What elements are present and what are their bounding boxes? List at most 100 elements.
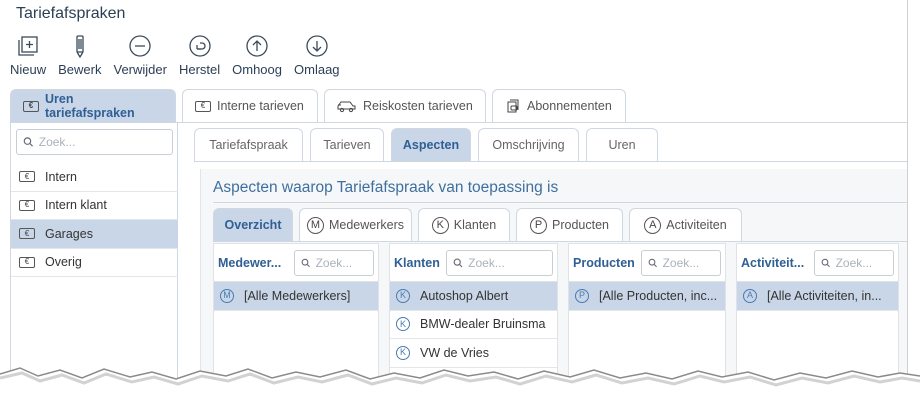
restore-button[interactable]: Herstel [179,34,220,77]
column-search[interactable] [814,250,894,276]
search-icon [23,137,33,147]
euro-card-icon: € [19,228,35,240]
column-header: Klanten [390,244,557,282]
tab-label: Medewerkers [328,218,405,232]
tab-medewerkers[interactable]: M Medewerkers [299,208,412,241]
search-icon [821,258,830,268]
new-button[interactable]: Nieuw [10,34,46,77]
euro-card-icon: € [23,100,39,112]
list-item[interactable]: M [Alle Medewerkers] [214,282,378,311]
tab-label: Activiteiten [666,218,727,232]
letter-k-circle-icon: K [396,317,410,332]
edit-label: Bewerk [58,62,102,77]
sidebar-list: € Intern € Intern klant € Garages € Over… [11,163,178,277]
column-search[interactable] [294,250,374,276]
tab-uren[interactable]: Uren [586,128,658,161]
delete-button[interactable]: Verwijder [113,34,167,77]
undo-circle-icon [188,35,211,57]
tab-label: Uren [608,138,636,152]
euro-card-icon: € [195,100,211,112]
window-title: Tariefafspraken [16,5,126,22]
list-item-label: VW de Vries [420,345,490,360]
letter-m-circle-icon: M [220,288,234,303]
euro-card-icon: € [19,171,35,183]
sidebar-item-label: Intern klant [45,198,107,213]
letter-a-circle-icon: A [644,216,662,234]
tab-label: Tarieven [323,138,371,152]
column-header: Medewer... [214,244,378,282]
letter-k-circle-icon: K [396,288,410,303]
search-icon [453,258,463,268]
search-icon [648,258,657,268]
tab-omschrijving[interactable]: Omschrijving [478,128,579,161]
move-up-button[interactable]: Omhoog [232,34,282,77]
sidebar-item-overig[interactable]: € Overig [11,249,178,277]
tab-label: Klanten [453,218,497,232]
restore-label: Herstel [178,62,221,77]
list-item[interactable]: K BMW-dealer Bruinsma [390,311,557,339]
tab-label: Interne tarieven [217,99,304,113]
column-title: Producten [573,255,635,270]
subscription-icon [505,98,521,114]
detail-tabs: Tariefafspraak Tarieven Aspecten Omschri… [194,128,665,161]
aspect-tab-divider [213,241,907,242]
minus-circle-icon [129,35,151,57]
arrow-down-circle-icon [306,35,328,57]
sidebar-search[interactable] [16,129,173,155]
column-search-input[interactable] [315,256,373,270]
tab-producten[interactable]: P Producten [516,208,623,241]
letter-p-circle-icon: P [530,216,547,234]
main-tabs: € Uren tariefafspraken € Interne tarieve… [10,89,632,122]
tab-label: Reiskosten tarieven [363,99,473,113]
sidebar: € Intern € Intern klant € Garages € Over… [10,123,178,380]
letter-p-circle-icon: P [575,288,589,303]
sidebar-item-label: Overig [45,255,82,270]
tab-uren-tariefafspraken[interactable]: € Uren tariefafspraken [10,89,176,122]
sidebar-item-garages[interactable]: € Garages [11,220,178,249]
tab-activiteiten[interactable]: A Activiteiten [629,208,742,241]
move-down-button[interactable]: Omlaag [294,34,340,77]
edit-button[interactable]: Bewerk [58,34,101,77]
sidebar-item-label: Intern [45,169,77,184]
list-item-label: BMW-dealer Bruinsma [420,317,546,332]
detail-tab-divider [194,161,907,162]
list-item-label: [Alle Activiteiten, in... [767,288,882,303]
delete-label: Verwijder [113,62,167,77]
tab-abonnementen[interactable]: Abonnementen [492,89,626,122]
tab-reiskosten-tarieven[interactable]: Reiskosten tarieven [324,89,486,122]
aspects-panel: Aspecten waarop Tariefafspraak van toepa… [200,169,907,380]
new-document-icon [18,36,38,56]
list-item-label: [Alle Medewerkers] [244,288,351,303]
tab-label: Producten [552,218,609,232]
column-search[interactable] [446,250,553,276]
list-item-label: Autoshop Albert [420,288,509,303]
aspect-tabs: Overzicht M Medewerkers K Klanten P Prod… [213,208,748,241]
column-search-input[interactable] [468,256,552,270]
tab-interne-tarieven[interactable]: € Interne tarieven [182,89,318,122]
column-search-input[interactable] [835,256,893,270]
list-item[interactable]: A [Alle Activiteiten, in... [737,282,898,311]
tab-tarieven[interactable]: Tarieven [310,128,384,161]
tab-overzicht[interactable]: Overzicht [213,208,293,241]
euro-card-icon: € [19,256,35,268]
column-header: Producten [569,244,725,282]
torn-edge-decoration [0,367,920,419]
sidebar-item-intern[interactable]: € Intern [11,163,178,192]
arrow-up-circle-icon [246,35,268,57]
tab-tariefafspraak[interactable]: Tariefafspraak [194,128,303,161]
letter-k-circle-icon: K [431,216,449,234]
sidebar-item-intern-klant[interactable]: € Intern klant [11,192,178,220]
tab-klanten[interactable]: K Klanten [418,208,510,241]
move-down-label: Omlaag [294,62,340,77]
column-search-input[interactable] [662,256,720,270]
column-title: Klanten [394,255,440,270]
column-search[interactable] [641,250,721,276]
euro-card-icon: € [19,199,35,211]
tab-label: Uren tariefafspraken [45,92,135,120]
list-item[interactable]: P [Alle Producten, inc... [569,282,725,311]
letter-m-circle-icon: M [306,216,324,234]
tab-aspecten[interactable]: Aspecten [391,128,471,161]
sidebar-search-input[interactable] [38,135,172,149]
list-item[interactable]: K Autoshop Albert [390,282,557,311]
tab-label: Aspecten [402,138,460,152]
